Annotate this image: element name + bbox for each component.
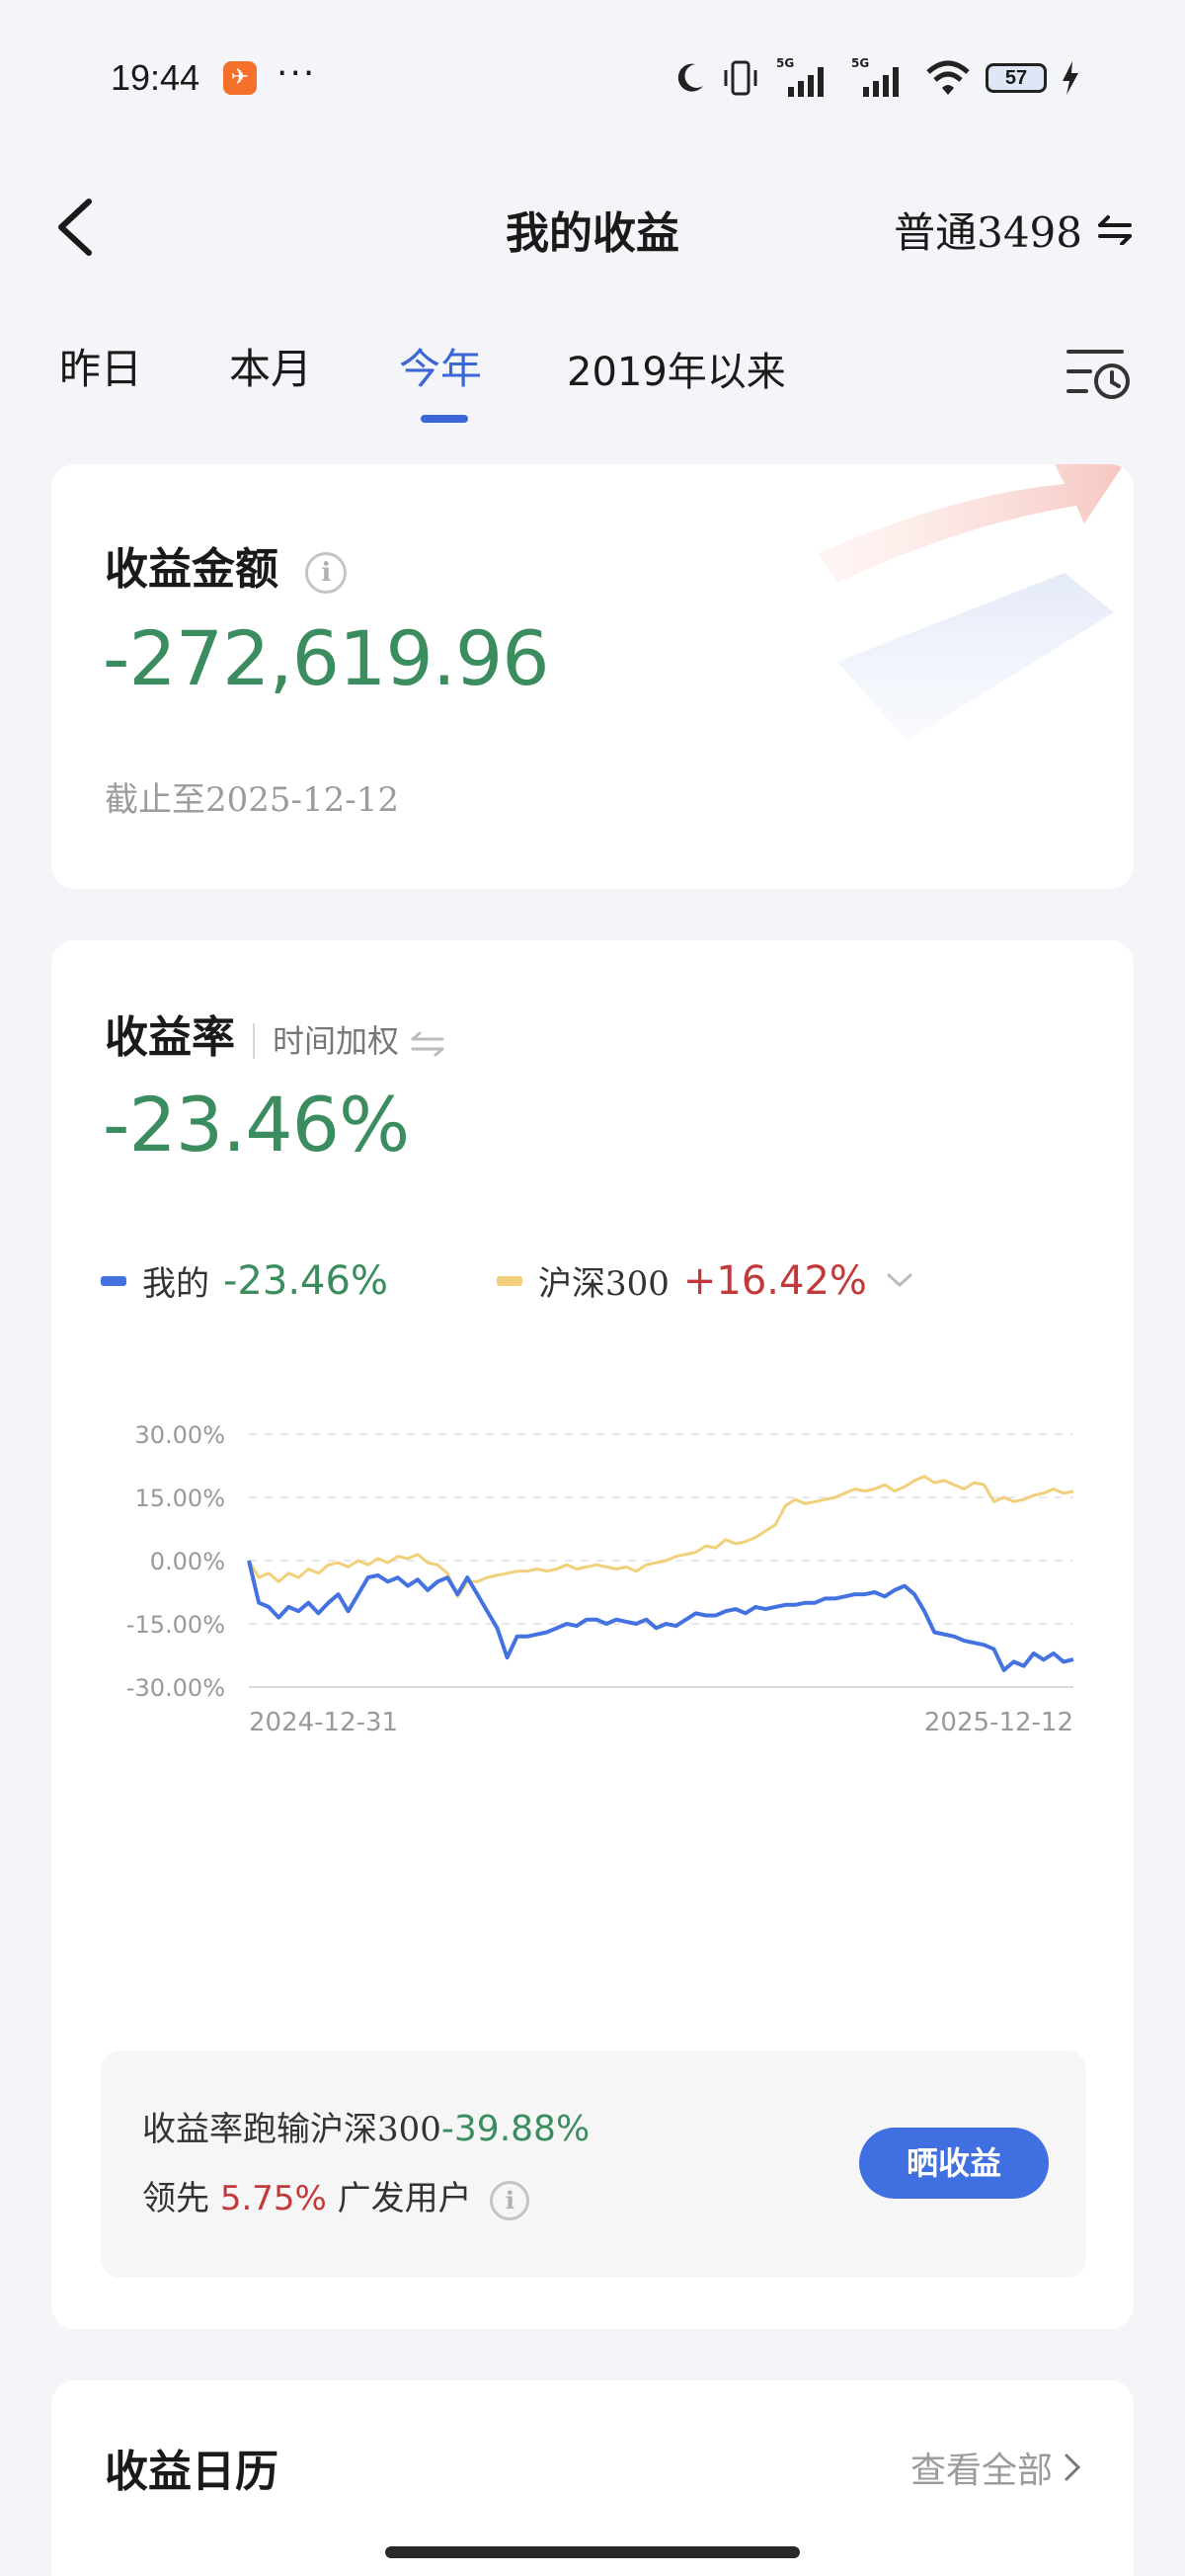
divider <box>253 1022 255 1059</box>
view-all-label: 查看全部 <box>909 2451 1053 2491</box>
status-icons: 5G 5G 57 <box>672 53 1080 103</box>
legend-value: +16.42% <box>682 1257 867 1304</box>
return-chart: 30.00% 15.00% 0.00% -15.00% -30.00% 2024-12-3… <box>126 1421 1074 1737</box>
x-tick-label: 2025-12-12 <box>924 1708 1073 1737</box>
info-icon[interactable]: i <box>305 551 348 594</box>
earnings-amount-card: 收益金额 i -272,619.96 截止至2025-12-12 <box>51 464 1134 889</box>
history-filter-icon[interactable] <box>1065 344 1134 403</box>
tab-since-2019[interactable]: 2019年以来 <box>567 340 786 397</box>
user-ranking: 领先 5.75% 广发用户 i <box>142 2171 530 2220</box>
ranking-value: 5.75% <box>219 2179 327 2218</box>
clock: 19:44 <box>111 57 200 98</box>
chevron-down-icon[interactable] <box>885 1271 914 1291</box>
swap-icon <box>411 1031 444 1056</box>
y-tick-label: 0.00% <box>150 1548 225 1575</box>
calendar-label: 收益日历 <box>105 2447 278 2497</box>
rate-label-row: 收益率 时间加权 <box>105 1002 446 1065</box>
legend-item-mine: 我的 -23.46% <box>101 1256 388 1305</box>
series-line-mine <box>247 1560 1074 1672</box>
app-notification-icon: ✈ <box>223 61 257 95</box>
y-tick-label: 15.00% <box>134 1485 225 1512</box>
legend-swatch <box>101 1275 126 1286</box>
signal-5g-icon: 5G <box>776 56 824 97</box>
legend-name: 我的 <box>142 1264 209 1304</box>
account-switcher[interactable]: 普通3498 <box>894 200 1134 260</box>
chart-legend: 我的 -23.46% 沪深300 +16.42% <box>101 1256 1023 1305</box>
tab-this-month[interactable]: 本月 <box>229 336 312 396</box>
amount-label-row: 收益金额 i <box>105 533 348 597</box>
view-all-link[interactable]: 查看全部 <box>910 2442 1082 2493</box>
comparison-text: 收益率跑输沪深300 <box>142 2110 441 2149</box>
more-notifications-icon: ··· <box>276 53 317 94</box>
tab-this-year[interactable]: 今年 <box>399 336 482 396</box>
weighting-method-toggle[interactable]: 时间加权 <box>273 1022 446 1060</box>
legend-name: 沪深300 <box>537 1264 670 1304</box>
status-bar: 19:44 ✈ ··· 5G 5G 57 <box>0 0 1185 158</box>
return-rate: -23.46% <box>103 1081 410 1168</box>
benchmark-comparison: 收益率跑输沪深300-39.88% <box>142 2102 590 2150</box>
battery-indicator: 57 <box>986 63 1047 93</box>
earnings-amount: -272,619.96 <box>103 614 550 702</box>
vibrate-icon <box>724 60 757 96</box>
amount-label: 收益金额 <box>105 544 278 595</box>
chevron-right-icon <box>1065 2454 1081 2481</box>
moon-icon <box>677 63 703 92</box>
y-tick-label: -30.00% <box>126 1674 225 1702</box>
y-tick-label: 30.00% <box>134 1421 225 1449</box>
ranking-prefix: 领先 <box>142 2179 209 2218</box>
x-tick-label: 2024-12-31 <box>249 1708 398 1737</box>
active-tab-indicator <box>421 415 468 423</box>
comparison-value: -39.88% <box>440 2109 591 2149</box>
tab-yesterday[interactable]: 昨日 <box>59 336 142 396</box>
signal-5g-icon-2: 5G <box>851 56 899 97</box>
svg-text:5G: 5G <box>776 56 794 70</box>
page-header: 我的收益 普通3498 <box>0 178 1185 277</box>
svg-text:5G: 5G <box>851 56 869 70</box>
y-tick-label: -15.00% <box>126 1611 225 1639</box>
ranking-suffix: 广发用户 <box>337 2179 472 2218</box>
as-of-date: 截止至2025-12-12 <box>105 780 400 820</box>
account-label: 普通3498 <box>894 208 1082 257</box>
period-tabs: 昨日 本月 今年 2019年以来 <box>0 326 1185 435</box>
share-earnings-button[interactable]: 晒收益 <box>859 2128 1049 2199</box>
legend-item-benchmark[interactable]: 沪深300 +16.42% <box>496 1256 914 1305</box>
comparison-box: 收益率跑输沪深300-39.88% 领先 5.75% 广发用户 i 晒收益 <box>101 2051 1086 2278</box>
rate-label: 收益率 <box>105 1012 235 1063</box>
return-rate-card: 收益率 时间加权 -23.46% 我的 -23.46% 沪深300 +16.42%… <box>51 940 1134 2329</box>
info-icon[interactable]: i <box>490 2181 530 2220</box>
legend-swatch <box>496 1275 522 1286</box>
legend-value: -23.46% <box>223 1257 388 1304</box>
home-indicator <box>385 2546 800 2558</box>
growth-illustration <box>818 464 1124 741</box>
charging-icon <box>1063 61 1078 95</box>
weighting-method: 时间加权 <box>273 1022 400 1060</box>
wifi-icon <box>926 60 970 95</box>
swap-icon <box>1098 214 1132 245</box>
